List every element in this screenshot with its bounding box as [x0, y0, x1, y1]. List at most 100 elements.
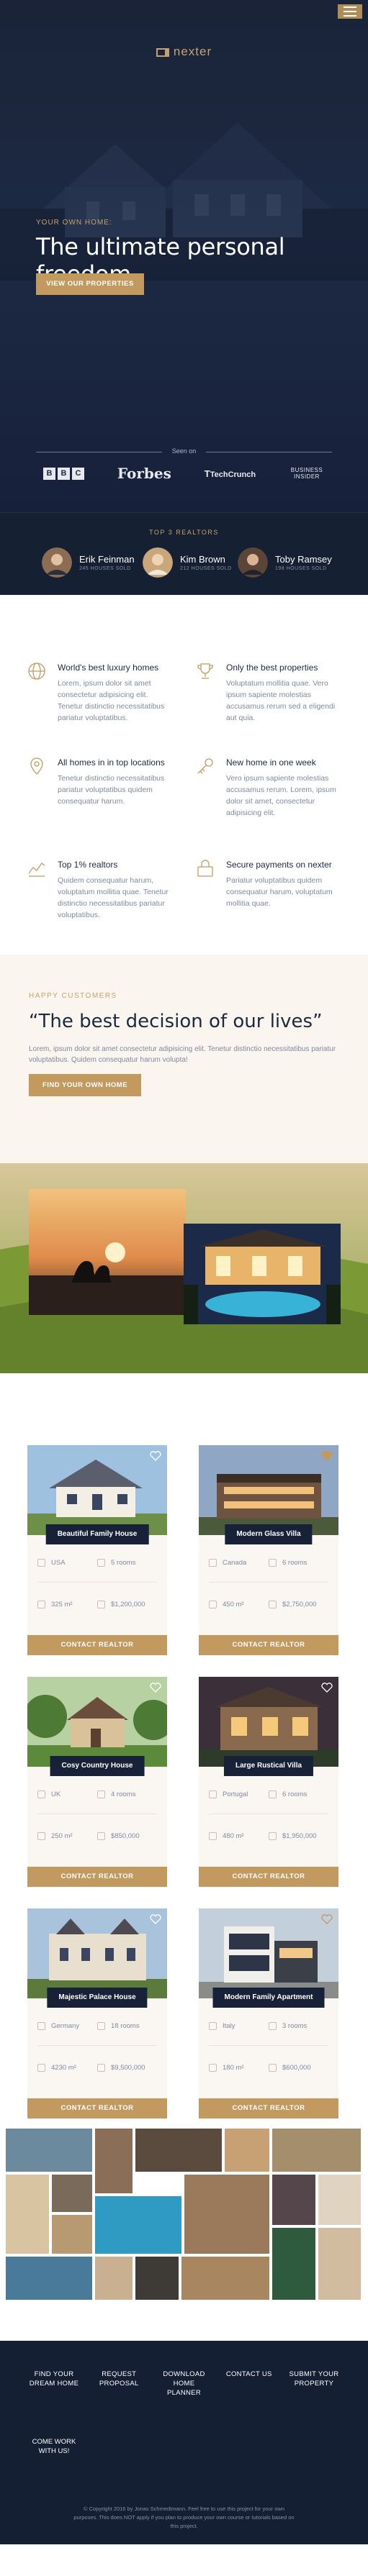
- globe-icon: [28, 663, 45, 680]
- hero-eyebrow: YOUR OWN HOME:: [36, 219, 112, 227]
- footer-link-download-planner[interactable]: DOWNLOAD HOME PLANNER: [159, 2370, 210, 2398]
- footer-link-contact[interactable]: CONTACT US: [224, 2370, 274, 2398]
- home-area: 450 m²: [223, 1601, 244, 1608]
- feature-body: Tenetur distinctio necessitatibus pariat…: [58, 774, 165, 806]
- testimonial-title: “The best decision of our lives”: [29, 1011, 323, 1032]
- hero-section: nexter YOUR OWN HOME: The ultimate perso…: [0, 0, 368, 512]
- feature-title: Only the best properties: [226, 663, 318, 673]
- testimonial-eyebrow: HAPPY CUSTOMERS: [29, 992, 117, 1000]
- favorite-heart-icon[interactable]: [321, 1451, 333, 1461]
- realtor-role: 198 HOUSES SOLD: [275, 566, 327, 571]
- home-card[interactable]: Cosy Country House UK 4 rooms 250 m² $850,…: [27, 1677, 167, 1887]
- favorite-heart-icon[interactable]: [150, 1451, 161, 1461]
- location-icon: [37, 2022, 45, 2030]
- realtor-card[interactable]: Erik Feinman 245 HOUSES SOLD: [42, 547, 135, 578]
- favorite-heart-icon[interactable]: [150, 1914, 161, 1924]
- gallery-grid: [6, 2129, 361, 2300]
- home-price: $9,500,000: [111, 2064, 145, 2072]
- home-card[interactable]: Modern Glass Villa Canada 6 rooms 450 m² $…: [199, 1445, 338, 1655]
- avatar: [143, 547, 173, 578]
- feature-item: Only the best properties Voluptatum moll…: [196, 662, 340, 724]
- testimonial-body: Lorem, ipsum dolor sit amet consectetur …: [29, 1045, 336, 1064]
- footer: FIND YOUR DREAM HOME REQUEST PROPOSAL DO…: [0, 2341, 368, 2544]
- favorite-heart-icon[interactable]: [321, 1914, 333, 1924]
- footer-link-request-proposal[interactable]: REQUEST PROPOSAL: [94, 2370, 144, 2398]
- photo-gallery: [0, 2121, 368, 2341]
- rooms-icon: [269, 1559, 277, 1567]
- realtor-name: Toby Ramsey: [275, 554, 332, 565]
- home-title: Large Rustical Villa: [223, 1756, 314, 1776]
- home-rooms: 4 rooms: [111, 1790, 136, 1798]
- home-title: Majestic Palace House: [47, 1988, 148, 2008]
- gallery-photo: [52, 2175, 92, 2212]
- home-price: $600,000: [282, 2064, 311, 2072]
- logo[interactable]: nexter: [0, 45, 368, 59]
- feature-item: New home in one week Vero ipsum sapiente…: [196, 757, 340, 819]
- area-icon: [209, 2064, 217, 2072]
- favorite-heart-icon[interactable]: [321, 1683, 333, 1693]
- home-area: 325 m²: [51, 1601, 73, 1608]
- gallery-photo: [225, 2129, 269, 2172]
- area-icon: [209, 1832, 217, 1840]
- home-card[interactable]: Beautiful Family House USA 5 rooms 325 m²…: [27, 1445, 167, 1655]
- home-price: $1,200,000: [111, 1601, 145, 1608]
- contact-realtor-button[interactable]: CONTACT REALTOR: [27, 1867, 167, 1887]
- realtor-name: Kim Brown: [180, 554, 225, 565]
- home-card[interactable]: Modern Family Apartment Italy 3 rooms 180…: [199, 1908, 338, 2118]
- feature-item: All homes in in top locations Tenetur di…: [27, 757, 171, 807]
- area-icon: [37, 2064, 45, 2072]
- rooms-icon: [97, 1559, 105, 1567]
- business-insider-logo: BUSINESS INSIDER: [290, 467, 323, 480]
- villa-pool-photo: [184, 1224, 341, 1324]
- hamburger-icon[interactable]: [338, 4, 362, 19]
- feature-title: Top 1% realtors: [58, 860, 118, 870]
- footer-nav: FIND YOUR DREAM HOME REQUEST PROPOSAL DO…: [29, 2370, 339, 2398]
- view-properties-button[interactable]: VIEW OUR PROPERTIES: [36, 273, 144, 295]
- footer-link-careers[interactable]: COME WORK WITH US!: [29, 2437, 79, 2456]
- contact-realtor-button[interactable]: CONTACT REALTOR: [199, 1635, 338, 1655]
- feature-body: Voluptatum mollitia quae. Vero ipsum sap…: [226, 679, 336, 722]
- home-country: Germany: [51, 2022, 80, 2030]
- home-title: Beautiful Family House: [45, 1524, 149, 1544]
- footer-link-submit-property[interactable]: SUBMIT YOUR PROPERTY: [289, 2370, 339, 2398]
- contact-realtor-button[interactable]: CONTACT REALTOR: [199, 1867, 338, 1887]
- gallery-photo: [95, 2257, 133, 2300]
- contact-realtor-button[interactable]: CONTACT REALTOR: [27, 1635, 167, 1655]
- find-home-button[interactable]: FIND YOUR OWN HOME: [29, 1074, 141, 1096]
- gallery-photo: [6, 2129, 92, 2172]
- footer-link-find-home[interactable]: FIND YOUR DREAM HOME: [29, 2370, 79, 2398]
- testimonial-section: HAPPY CUSTOMERS “The best decision of ou…: [0, 955, 368, 1163]
- realtor-card[interactable]: Kim Brown 212 HOUSES SOLD: [143, 547, 232, 578]
- home-price: $2,750,000: [282, 1601, 317, 1608]
- realtor-card[interactable]: Toby Ramsey 198 HOUSES SOLD: [238, 547, 332, 578]
- price-icon: [269, 2064, 277, 2072]
- home-country: Canada: [223, 1559, 247, 1567]
- gallery-photo: [318, 2175, 361, 2225]
- favorite-heart-icon[interactable]: [150, 1683, 161, 1693]
- home-photo: [27, 1908, 167, 1998]
- contact-realtor-button[interactable]: CONTACT REALTOR: [27, 2098, 167, 2118]
- forbes-logo: Forbes: [117, 465, 171, 482]
- price-icon: [97, 1832, 105, 1840]
- feature-body: Pariatur voluptatibus quidem consequatur…: [226, 876, 333, 908]
- home-card[interactable]: Large Rustical Villa Portugal 6 rooms 480…: [199, 1677, 338, 1887]
- logo-icon: [156, 47, 169, 57]
- gallery-photo: [184, 2175, 269, 2254]
- chart-icon: [28, 863, 45, 877]
- home-photo: [199, 1908, 338, 1998]
- gallery-photo: [6, 2175, 49, 2254]
- gallery-photo: [318, 2228, 361, 2300]
- price-icon: [97, 1601, 105, 1608]
- contact-realtor-button[interactable]: CONTACT REALTOR: [199, 2098, 338, 2118]
- realtor-name: Erik Feinman: [79, 554, 135, 565]
- feature-title: World's best luxury homes: [58, 663, 159, 673]
- feature-item: Top 1% realtors Quidem consequatur harum…: [27, 859, 171, 921]
- home-area: 480 m²: [223, 1832, 244, 1840]
- homes-grid: Beautiful Family House USA 5 rooms 325 m²…: [0, 1373, 368, 2121]
- home-rooms: 18 rooms: [111, 2022, 140, 2030]
- gallery-photo: [135, 2129, 222, 2172]
- gallery-photo: [95, 2196, 181, 2254]
- feature-body: Lorem, ipsum dolor sit amet consectetur …: [58, 679, 165, 722]
- home-card[interactable]: Majestic Palace House Germany 18 rooms 42…: [27, 1908, 167, 2118]
- gallery-photo: [272, 2228, 315, 2300]
